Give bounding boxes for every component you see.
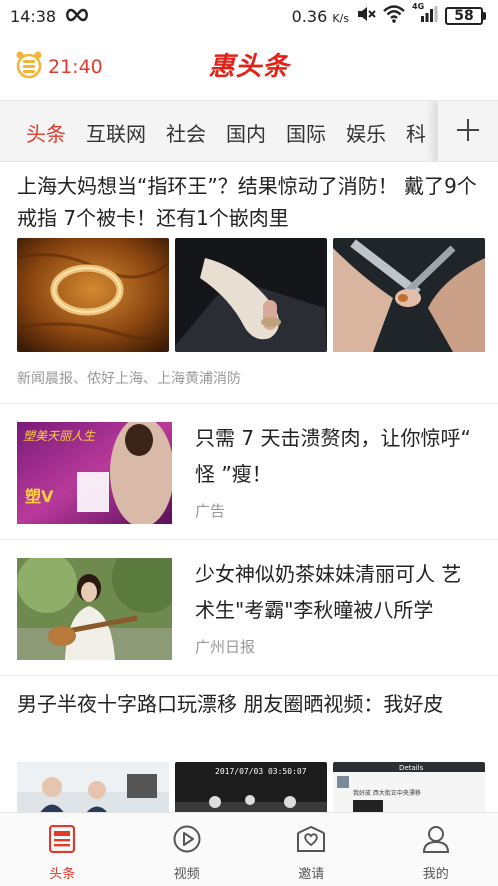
tab-headlines[interactable]: 头条 <box>26 118 66 147</box>
tab-society[interactable]: 社会 <box>166 118 206 147</box>
battery-icon: 58 <box>445 7 486 25</box>
news-item[interactable]: 上海大妈想当“指环王”？结果惊动了消防！ 戴了9个戒指 7个被卡！还有1个嵌肉里 <box>0 162 498 404</box>
app-header: 21:40 惠头条 <box>0 32 498 98</box>
status-bar: 14:38 0.36 K/s 4G 58 <box>0 0 498 32</box>
news-title: 上海大妈想当“指环王”？结果惊动了消防！ 戴了9个戒指 7个被卡！还有1个嵌肉里 <box>17 174 477 230</box>
svg-text:塑美天丽人生: 塑美天丽人生 <box>23 429 96 443</box>
nav-label: 我的 <box>422 867 449 882</box>
news-icon <box>49 824 76 857</box>
app-logo: 惠头条 <box>208 52 290 82</box>
news-thumbnail-tools <box>333 238 485 352</box>
infinity-icon <box>64 7 90 26</box>
status-time: 14:38 <box>10 6 57 26</box>
signal-icon: 4G <box>412 2 438 27</box>
ad-title: 只需 7 天击溃赘肉，让你惊呼“ 怪 ”瘦！ <box>195 426 471 486</box>
nav-label: 头条 <box>49 867 76 882</box>
wifi-icon <box>383 5 405 27</box>
plus-icon <box>456 118 480 146</box>
news-feed: 上海大妈想当“指环王”？结果惊动了消防！ 戴了9个戒指 7个被卡！还有1个嵌肉里 <box>0 162 498 812</box>
nav-label: 视频 <box>173 867 200 882</box>
news-item[interactable]: 少女神似奶茶妹妹清丽可人 艺术生"考霸"李秋曈被八所学 广州日报 <box>0 540 498 676</box>
news-thumbnail-finger <box>175 238 327 352</box>
news-thumbnail-girl <box>17 558 172 660</box>
svg-text:Details: Details <box>399 764 424 772</box>
news-thumbnail-cctv: 2017/07/03 03:50:07 <box>175 762 327 812</box>
add-tab-button[interactable] <box>438 101 498 161</box>
nav-label: 邀请 <box>298 867 325 882</box>
news-item[interactable]: 男子半夜十字路口玩漂移 朋友圈晒视频：我好皮 2017/07/03 03:50:… <box>0 676 498 812</box>
ad-item[interactable]: 塑美天丽人生 塑V 只需 7 天击溃赘肉，让你惊呼“ 怪 ”瘦！ 广告 <box>0 404 498 540</box>
net-speed: 0.36 K/s <box>291 6 349 26</box>
tab-internet[interactable]: 互联网 <box>86 118 146 147</box>
tab-international[interactable]: 国际 <box>286 118 326 147</box>
nav-profile[interactable]: 我的 <box>374 813 498 886</box>
news-title: 少女神似奶茶妹妹清丽可人 艺术生"考霸"李秋曈被八所学 <box>195 562 462 622</box>
nav-video[interactable]: 视频 <box>125 813 250 886</box>
svg-text:2017/07/03 03:50:07: 2017/07/03 03:50:07 <box>215 767 307 776</box>
nav-invite[interactable]: 邀请 <box>249 813 374 886</box>
news-thumbnail-chat: Details 我好皮 西大街正中央漂移 <box>333 762 485 812</box>
news-source: 新闻晨报、侬好上海、上海黄浦消防 <box>17 371 241 387</box>
play-icon <box>173 825 201 857</box>
news-source: 广州日报 <box>195 638 256 656</box>
svg-text:塑V: 塑V <box>25 487 54 506</box>
tab-entertainment[interactable]: 娱乐 <box>346 118 386 147</box>
user-icon <box>422 825 450 857</box>
bottom-nav: 头条 视频 邀请 我的 <box>0 812 498 886</box>
news-title: 男子半夜十字路口玩漂移 朋友圈晒视频：我好皮 <box>17 692 444 716</box>
svg-text:我好皮 西大街正中央漂移: 我好皮 西大街正中央漂移 <box>353 789 421 797</box>
mute-icon <box>356 5 376 27</box>
battery-level: 58 <box>445 7 483 25</box>
nav-headlines[interactable]: 头条 <box>0 813 125 886</box>
ad-label: 广告 <box>195 502 226 520</box>
ad-banner-image: 塑美天丽人生 塑V <box>17 422 172 524</box>
category-tabs: 头条 互联网 社会 国内 国际 娱乐 科 <box>0 100 498 162</box>
tab-domestic[interactable]: 国内 <box>226 118 266 147</box>
news-thumbnail-police <box>17 762 169 812</box>
news-thumbnail-ring <box>17 238 169 352</box>
tab-science[interactable]: 科 <box>406 118 426 147</box>
invite-heart-icon <box>296 825 326 857</box>
